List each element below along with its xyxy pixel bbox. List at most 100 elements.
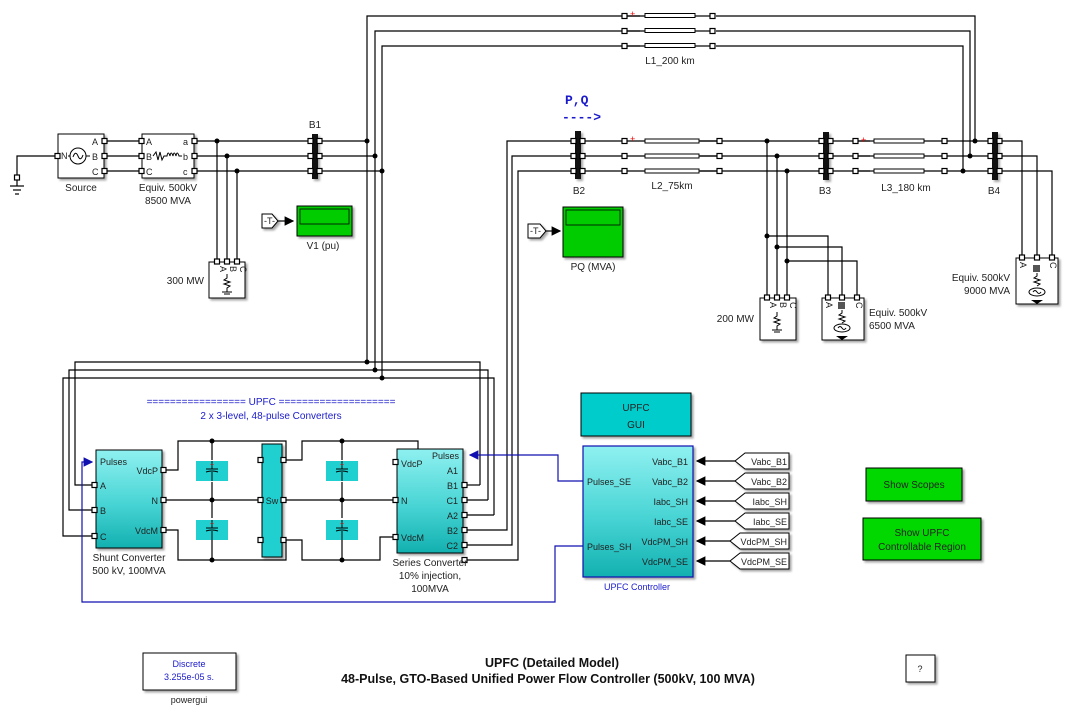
goto-tag-v1[interactable]: -T- <box>261 213 279 229</box>
shunt-converter[interactable]: Pulses A B C VdcP N VdcM Shunt Converter… <box>91 449 167 577</box>
port-label: C2 <box>446 541 458 551</box>
line-label: L3_180 km <box>881 183 930 194</box>
port-label: VdcM <box>401 533 424 543</box>
equiv-source-9000mva[interactable]: A C Equiv. 500kV 9000 MVA <box>952 254 1059 305</box>
equiv-impedance-8500mva[interactable]: A B C a b c Equiv. 500kV 8500 MVA <box>138 133 198 207</box>
upfc-banner-subtitle: 2 x 3-level, 48-pulse Converters <box>200 411 341 422</box>
from-tag-vdcpm-se[interactable]: VdcPM_SE <box>729 552 790 570</box>
ground-icon <box>10 174 24 195</box>
port-label: A1 <box>447 466 458 476</box>
equiv-label-1: Equiv. 500kV <box>869 308 928 319</box>
button-label: Show UPFC <box>894 528 949 539</box>
port-label: A <box>768 302 778 308</box>
port-label: C1 <box>446 496 458 506</box>
port-label: A <box>146 137 152 147</box>
port-label: A2 <box>447 511 458 521</box>
bus-b2[interactable]: B2 <box>570 131 586 197</box>
upfc-gui-button[interactable]: UPFC GUI <box>580 392 692 437</box>
from-tags: Vabc_B1 Vabc_B2 Iabc_SH Iabc_SE VdcPM_SH… <box>729 452 790 570</box>
equiv-label-1: Equiv. 500kV <box>139 183 198 194</box>
equiv-source-6500mva[interactable]: A C Equiv. 500kV 6500 MVA <box>821 294 928 341</box>
source-block[interactable]: N A B C Source <box>54 133 108 194</box>
from-tag-vabc-b2[interactable]: Vabc_B2 <box>734 472 790 490</box>
from-tag-vdcpm-sh[interactable]: VdcPM_SH <box>729 532 790 550</box>
from-tag-vabc-b1[interactable]: Vabc_B1 <box>734 452 790 470</box>
scope-label: PQ (MVA) <box>571 262 616 273</box>
port-label: A <box>1018 262 1028 268</box>
goto-tag-text: -T- <box>530 226 541 236</box>
port-label: C <box>854 302 864 309</box>
powergui-block[interactable]: Discrete 3.255e-05 s. powergui <box>142 652 237 705</box>
port-label: C <box>788 302 798 309</box>
simulink-diagram: N A B C Source A B C a b c Equiv. 500kV … <box>10 9 1059 705</box>
help-icon: ? <box>917 664 922 674</box>
from-tag-iabc-sh[interactable]: Iabc_SH <box>734 492 790 510</box>
equiv-label-2: 9000 MVA <box>964 286 1010 297</box>
pq-annotation: P,Q <box>565 93 589 108</box>
port-label: B1 <box>447 481 458 491</box>
polarity-mark-icon: + <box>340 462 344 469</box>
help-button[interactable]: ? <box>905 654 936 683</box>
polarity-mark-icon: + <box>861 135 866 145</box>
bus-b3[interactable]: B3 <box>818 132 834 197</box>
port-label: VdcP <box>401 459 423 469</box>
port-label: B <box>100 506 106 516</box>
from-tag-text: Vabc_B1 <box>751 457 787 467</box>
shunt-converter-label-2: 500 kV, 100MVA <box>92 566 166 577</box>
port-label: A <box>824 302 834 308</box>
goto-tag-pq[interactable]: -T- <box>527 223 547 239</box>
port-label: C <box>92 167 99 177</box>
port-label: N <box>401 496 408 506</box>
powergui-mode: Discrete <box>172 659 205 669</box>
source-label: Source <box>65 183 97 194</box>
series-converter-label-1: Series Converter <box>392 558 468 569</box>
from-tag-text: VdcPM_SH <box>740 537 787 547</box>
port-label: VdcPM_SH <box>641 537 688 547</box>
port-label: VdcP <box>136 466 158 476</box>
from-tag-text: Iabc_SE <box>753 517 787 527</box>
polarity-mark-icon: + <box>210 462 214 469</box>
line-l1[interactable]: + L1_200 km <box>621 9 716 67</box>
upfc-gui-line-2: GUI <box>627 420 645 431</box>
switch-block[interactable]: Sw <box>257 443 287 558</box>
bus-b1[interactable]: B1 <box>307 120 323 179</box>
load-300mw[interactable]: A B C 300 MW <box>167 258 248 299</box>
bus-label: B1 <box>309 120 322 131</box>
scope-pq[interactable]: PQ (MVA) <box>562 206 624 273</box>
upfc-gui-line-1: UPFC <box>622 403 649 414</box>
from-tag-text: VdcPM_SE <box>741 557 787 567</box>
port-label: a <box>183 137 188 147</box>
from-tag-iabc-se[interactable]: Iabc_SE <box>734 512 790 530</box>
load-200mw[interactable]: A B C 200 MW <box>717 294 798 341</box>
port-label: Iabc_SE <box>654 517 688 527</box>
port-label: Pulses <box>432 451 460 461</box>
scope-v1[interactable]: V1 (pu) <box>296 205 353 252</box>
port-label: C <box>238 266 248 273</box>
model-title: UPFC (Detailed Model) <box>485 656 619 670</box>
upfc-controller[interactable]: Pulses_SE Pulses_SH Vabc_B1 Vabc_B2 Iabc… <box>582 445 694 592</box>
from-tag-text: Iabc_SH <box>752 497 787 507</box>
scope-label: V1 (pu) <box>307 241 340 252</box>
load-label: 200 MW <box>717 314 755 325</box>
equiv-label-1: Equiv. 500kV <box>952 273 1011 284</box>
goto-tag-text: -T- <box>264 216 275 226</box>
bus-label: B3 <box>819 186 832 197</box>
dc-capacitor[interactable]: + <box>196 461 228 481</box>
show-scopes-button[interactable]: Show Scopes <box>865 467 963 502</box>
from-tag-text: Vabc_B2 <box>751 477 787 487</box>
port-label: VdcM <box>135 526 158 536</box>
dc-capacitor[interactable]: + <box>326 461 358 481</box>
powergui-step: 3.255e-05 s. <box>164 672 214 682</box>
line-l2[interactable]: + L2_75km <box>621 134 723 192</box>
series-converter-label-2: 10% injection, <box>399 571 461 582</box>
dc-capacitor[interactable]: + <box>196 520 228 540</box>
controller-label: UPFC Controller <box>604 582 670 592</box>
load-label: 300 MW <box>167 276 205 287</box>
series-converter[interactable]: VdcP N VdcM Pulses A1 B1 C1 A2 B2 C2 Ser… <box>392 448 468 595</box>
port-label: C <box>1048 262 1058 269</box>
dc-capacitor[interactable]: + <box>326 520 358 540</box>
show-controllable-region-button[interactable]: Show UPFC Controllable Region <box>862 517 982 561</box>
line-l3[interactable]: + L3_180 km <box>852 135 948 194</box>
bus-b4[interactable]: B4 <box>987 132 1003 197</box>
pq-arrow-annotation: ----> <box>562 110 601 125</box>
